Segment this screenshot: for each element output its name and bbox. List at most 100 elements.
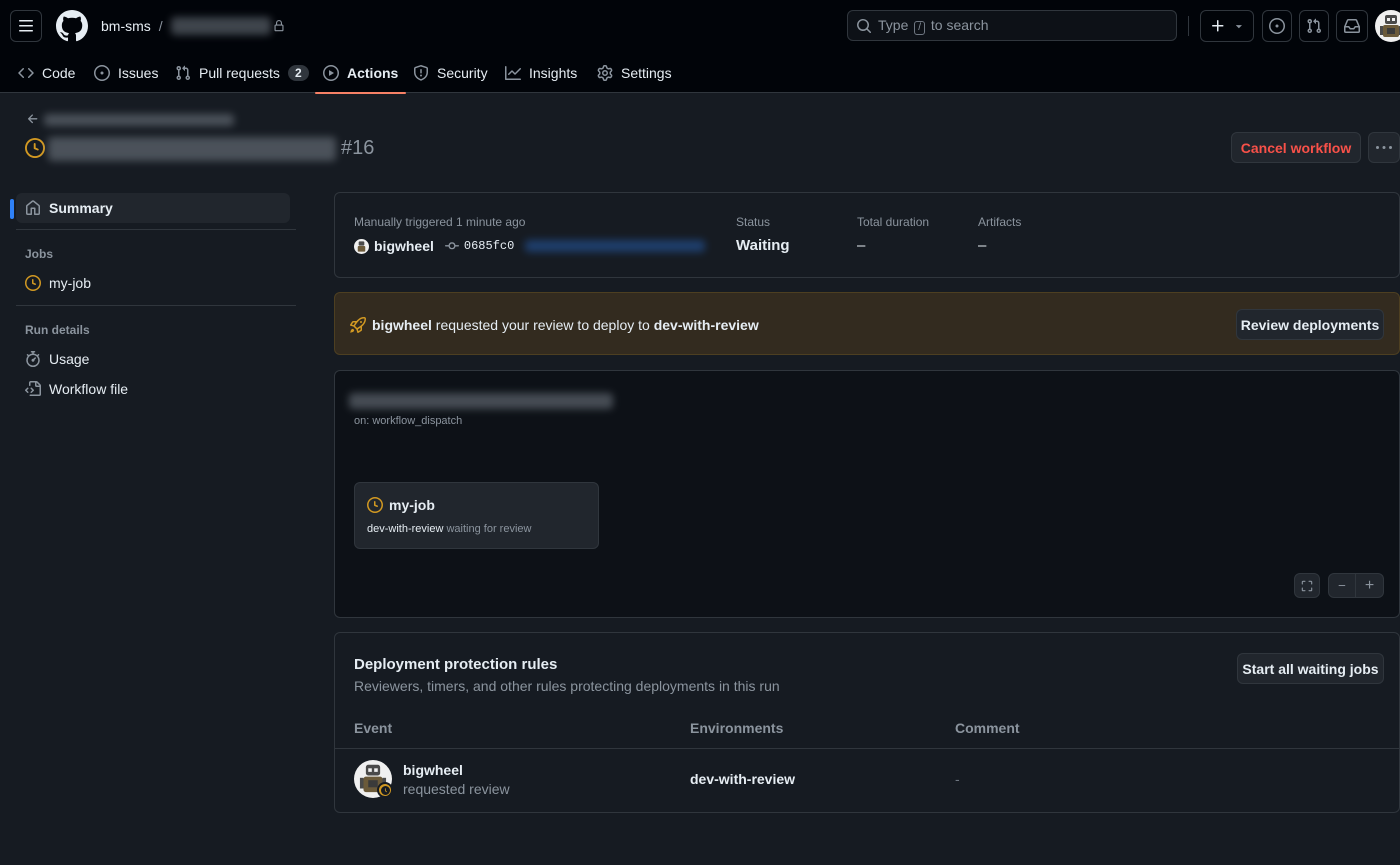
tab-pull-requests[interactable]: Pull requests 2 (175, 52, 309, 93)
reviewer-action: requested review (403, 781, 510, 797)
more-options-button[interactable] (1368, 132, 1400, 163)
tab-actions[interactable]: Actions (314, 52, 407, 94)
sidebar-summary-label: Summary (49, 200, 113, 216)
sidebar-workflow-file-label: Workflow file (49, 381, 129, 397)
commit-sha-link[interactable]: 0685fc0 (464, 239, 514, 253)
gear-icon (597, 64, 613, 81)
job-node-name: my-job (389, 497, 435, 513)
duration-value: – (857, 237, 866, 254)
waiting-clock-icon (25, 138, 45, 158)
git-commit-icon (444, 242, 459, 250)
plus-icon (1212, 20, 1224, 32)
review-actor-link[interactable]: bigwheel (372, 317, 432, 333)
sidebar-item-summary[interactable]: Summary (10, 193, 290, 223)
rules-title: Deployment protection rules (354, 656, 558, 673)
tab-settings[interactable]: Settings (597, 52, 672, 93)
duration-label: Total duration (857, 215, 930, 229)
search-placeholder-suffix: to search (930, 16, 989, 33)
run-title-redacted (48, 137, 336, 161)
search-placeholder: Type / to search (878, 17, 989, 35)
search-icon (857, 18, 872, 33)
tab-security-label: Security (437, 64, 488, 81)
tab-security[interactable]: Security (413, 52, 488, 93)
user-avatar[interactable] (1375, 10, 1400, 42)
search-shortcut-key: / (914, 20, 926, 35)
cancel-workflow-button[interactable]: Cancel workflow (1231, 132, 1361, 163)
sidebar-divider (16, 229, 296, 230)
tab-code[interactable]: Code (18, 52, 75, 93)
sidebar-item-usage[interactable]: Usage (16, 344, 290, 374)
actor-avatar[interactable] (354, 238, 369, 254)
lock-icon (274, 20, 284, 32)
home-icon (26, 200, 40, 215)
issue-opened-icon (1269, 18, 1285, 34)
notifications-button[interactable] (1336, 10, 1368, 42)
pending-clock-icon (377, 782, 393, 798)
header-divider (1188, 16, 1189, 36)
column-header-comment: Comment (955, 720, 1020, 736)
tab-pull-requests-label: Pull requests (199, 64, 280, 81)
sidebar-usage-label: Usage (49, 351, 90, 367)
job-node-status-text: waiting for review (446, 523, 532, 535)
your-issues-button[interactable] (1262, 10, 1292, 42)
actor-link[interactable]: bigwheel (374, 238, 434, 254)
trigger-label: Manually triggered 1 minute ago (354, 215, 526, 229)
reviewer-name-link[interactable]: bigwheel (403, 762, 463, 778)
repo-name-redacted[interactable] (170, 17, 271, 35)
review-deployments-button[interactable]: Review deployments (1236, 309, 1384, 340)
git-pull-request-icon (176, 65, 191, 80)
column-header-environments: Environments (690, 720, 784, 736)
deployment-protection-rules-card: Deployment protection rules Reviewers, t… (334, 632, 1400, 813)
repo-owner-link[interactable]: bm-sms (101, 18, 151, 34)
tab-code-label: Code (42, 64, 76, 81)
shield-icon (414, 64, 428, 81)
zoom-out-button[interactable]: − (1328, 573, 1356, 598)
review-environment: dev-with-review (653, 317, 759, 333)
hamburger-icon (19, 20, 33, 32)
sidebar-run-details-heading: Run details (25, 323, 90, 337)
job-node-status: dev-with-review waiting for review (367, 523, 531, 535)
pull-requests-counter: 2 (287, 64, 309, 81)
rocket-icon (350, 317, 366, 333)
table-header-divider (335, 748, 1399, 749)
create-new-button[interactable] (1200, 10, 1254, 42)
commit-message-redacted[interactable] (525, 240, 706, 252)
tab-issues[interactable]: Issues (94, 52, 158, 93)
global-header: bm-sms / Type / to search Code Issues Pu… (0, 0, 1400, 94)
sidebar-item-my-job[interactable]: my-job (16, 268, 290, 298)
fullscreen-button[interactable] (1294, 573, 1320, 598)
rules-subtitle: Reviewers, timers, and other rules prote… (354, 678, 780, 694)
review-request-banner: bigwheel requested your review to deploy… (334, 292, 1400, 355)
github-logo-icon[interactable] (56, 10, 88, 42)
review-request-text: bigwheel requested your review to deploy… (372, 317, 759, 333)
sidebar-divider (16, 305, 296, 306)
issue-opened-icon (94, 64, 110, 81)
waiting-clock-icon (25, 275, 41, 291)
workflow-link-redacted[interactable] (44, 114, 234, 126)
kebab-horizontal-icon (1376, 145, 1392, 149)
tab-insights-label: Insights (529, 64, 578, 81)
tab-actions-label: Actions (347, 64, 399, 81)
start-all-waiting-jobs-button[interactable]: Start all waiting jobs (1237, 653, 1384, 684)
run-number: #16 (341, 137, 375, 159)
your-pull-requests-button[interactable] (1299, 10, 1329, 42)
zoom-in-button[interactable]: + (1356, 573, 1384, 598)
tab-insights[interactable]: Insights (505, 52, 577, 93)
search-placeholder-prefix: Type (878, 16, 909, 33)
zoom-controls: − + (1328, 573, 1384, 598)
status-label: Status (736, 215, 771, 229)
stopwatch-icon (26, 351, 40, 367)
row-comment: - (955, 771, 960, 787)
workflow-trigger: on: workflow_dispatch (354, 415, 463, 427)
graph-icon (505, 65, 521, 80)
job-node-my-job[interactable]: my-job dev-with-review waiting for revie… (354, 482, 599, 549)
status-value: Waiting (736, 237, 790, 254)
artifacts-label: Artifacts (978, 215, 1022, 229)
search-input[interactable]: Type / to search (847, 10, 1177, 41)
menu-button[interactable] (10, 10, 42, 42)
run-summary-card: Manually triggered 1 minute ago bigwheel… (334, 192, 1400, 278)
triangle-down-icon (1235, 25, 1242, 29)
sidebar-item-workflow-file[interactable]: Workflow file (16, 374, 290, 404)
back-arrow-icon[interactable] (26, 112, 40, 126)
job-node-environment: dev-with-review (367, 523, 444, 535)
